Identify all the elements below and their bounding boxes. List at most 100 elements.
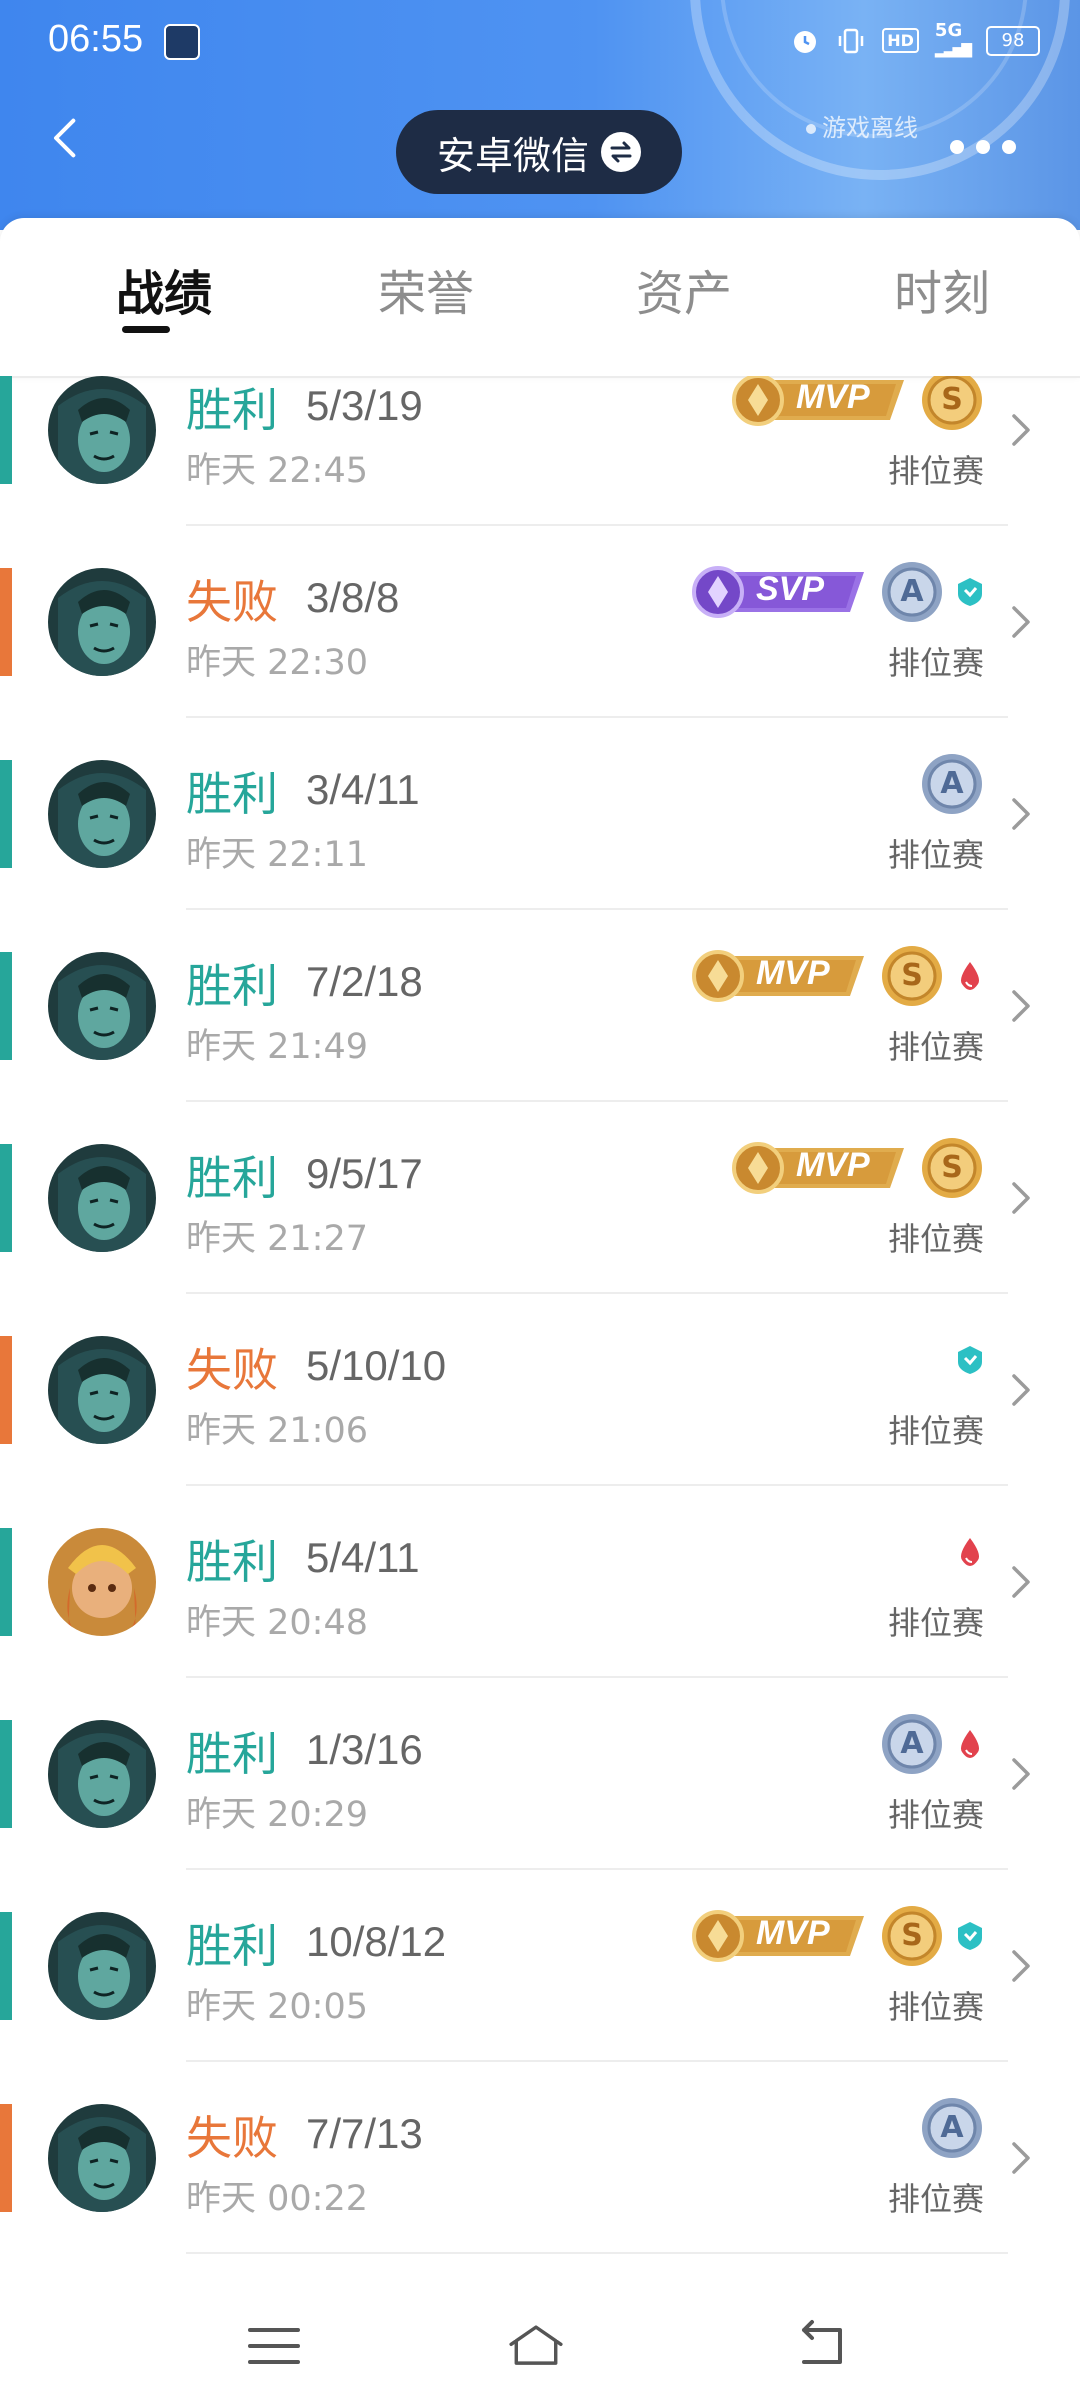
match-badges: MVP S — [688, 1904, 984, 1968]
hero-avatar — [48, 760, 156, 868]
match-time: 昨天 22:30 — [186, 643, 368, 683]
match-time: 昨天 21:27 — [186, 1219, 368, 1259]
match-row[interactable]: 失败 5/10/10 昨天 21:06 排位赛 — [0, 1294, 1080, 1486]
match-row[interactable]: 胜利 9/5/17 昨天 21:27 MVP S 排位赛 — [0, 1102, 1080, 1294]
tab-bar: 战绩 荣誉 资产 时刻 — [0, 218, 1080, 378]
chevron-right-icon — [1012, 1950, 1030, 1982]
hero-avatar — [48, 376, 156, 484]
grade-letter: S — [901, 1918, 923, 1953]
hero-avatar — [48, 1720, 156, 1828]
account-label: 安卓微信 — [436, 133, 589, 178]
grade-s-badge: S — [920, 1136, 984, 1200]
hero-avatar — [48, 952, 156, 1060]
match-row[interactable]: 胜利 5/4/11 昨天 20:48 排位赛 — [0, 1486, 1080, 1678]
match-result: 胜利 — [186, 1535, 278, 1589]
match-row[interactable]: 胜利 10/8/12 昨天 20:05 MVP S 排位赛 — [0, 1870, 1080, 2062]
match-mode: 排位赛 — [887, 452, 984, 490]
result-indicator — [0, 2104, 12, 2212]
shield-icon — [958, 1922, 982, 1950]
first-blood-icon — [961, 1730, 979, 1758]
match-badges — [956, 1520, 984, 1584]
chevron-right-icon — [1012, 2142, 1030, 2174]
match-result: 胜利 — [186, 1727, 278, 1781]
match-mode: 排位赛 — [887, 836, 984, 874]
match-mode: 排位赛 — [887, 644, 984, 682]
back-icon[interactable] — [794, 2318, 854, 2374]
mvp-badge: MVP — [728, 376, 908, 428]
swap-icon — [601, 132, 641, 172]
active-tab-indicator — [122, 326, 170, 333]
home-icon[interactable] — [506, 2318, 566, 2374]
match-badges: A — [920, 2096, 984, 2160]
hero-avatar — [48, 2104, 156, 2212]
back-button[interactable] — [44, 118, 84, 158]
menu-icon[interactable] — [244, 2318, 304, 2374]
network-label: 5G — [934, 20, 963, 41]
shield-icon — [958, 1346, 982, 1374]
result-indicator — [0, 1528, 12, 1636]
tab-honors[interactable]: 荣誉 — [378, 254, 474, 324]
account-switch-button[interactable]: 安卓微信 — [396, 110, 682, 194]
system-nav-bar — [0, 2282, 1080, 2408]
chevron-right-icon — [1012, 990, 1030, 1022]
grade-a-badge: A — [880, 1712, 944, 1776]
tab-assets[interactable]: 资产 — [636, 254, 732, 324]
grade-letter: S — [941, 382, 963, 417]
match-kda: 3/8/8 — [306, 574, 400, 621]
hero-avatar — [48, 1912, 156, 2020]
status-dot-icon — [806, 124, 816, 134]
result-indicator — [0, 1336, 12, 1444]
grade-letter: A — [940, 2110, 964, 2145]
chevron-right-icon — [1012, 1566, 1030, 1598]
match-mode: 排位赛 — [887, 1988, 984, 2026]
match-row[interactable]: 胜利 1/3/16 昨天 20:29 A 排位赛 — [0, 1678, 1080, 1870]
match-row[interactable]: 失败 3/8/8 昨天 22:30 SVP A 排位赛 — [0, 526, 1080, 718]
result-indicator — [0, 760, 12, 868]
match-badges: A — [880, 1712, 984, 1776]
hero-avatar — [48, 1144, 156, 1252]
battery-icon: 98 — [986, 25, 1040, 56]
match-badges: A — [920, 752, 984, 816]
match-result: 胜利 — [186, 767, 278, 821]
match-time: 昨天 20:05 — [186, 1987, 368, 2027]
match-mode: 排位赛 — [887, 1796, 984, 1834]
match-result: 胜利 — [186, 1919, 278, 1973]
grade-letter: A — [940, 766, 964, 801]
chevron-right-icon — [1012, 606, 1030, 638]
chevron-right-icon — [1012, 798, 1030, 830]
tab-records[interactable]: 战绩 — [116, 254, 212, 324]
result-indicator — [0, 1144, 12, 1252]
match-row[interactable]: 胜利 5/3/19 昨天 22:45 MVP S 排位赛 — [0, 376, 1080, 526]
match-row[interactable]: 失败 7/7/13 昨天 00:22 A 排位赛 — [0, 2062, 1080, 2254]
chevron-right-icon — [1012, 1758, 1030, 1790]
hd-icon: HD — [882, 28, 919, 53]
hero-avatar — [48, 1528, 156, 1636]
notification-app-icon — [164, 24, 200, 60]
svp-badge-label: SVP — [756, 570, 825, 608]
status-time: 06:55 — [48, 18, 144, 60]
match-kda: 7/2/18 — [306, 958, 423, 1005]
match-row[interactable]: 胜利 7/2/18 昨天 21:49 MVP S 排位赛 — [0, 910, 1080, 1102]
match-kda: 7/7/13 — [306, 2110, 423, 2157]
match-badges: MVP S — [728, 1136, 984, 1200]
match-kda: 5/10/10 — [306, 1342, 447, 1389]
grade-letter: S — [941, 1150, 963, 1185]
grade-letter: A — [900, 574, 924, 609]
app-header: 06:55 HD 5G ▂▃▅▇ 98 安卓微信 游戏离线 — [0, 0, 1080, 230]
grade-a-badge: A — [880, 560, 944, 624]
result-indicator — [0, 376, 12, 484]
match-time: 昨天 21:06 — [186, 1411, 368, 1451]
status-icons: HD 5G ▂▃▅▇ 98 — [790, 22, 1040, 59]
more-button[interactable] — [950, 140, 1016, 154]
svp-badge: SVP — [688, 564, 868, 620]
grade-a-badge: A — [920, 2096, 984, 2160]
match-time: 昨天 20:48 — [186, 1603, 368, 1643]
match-kda: 5/3/19 — [306, 382, 423, 429]
result-indicator — [0, 1912, 12, 2020]
tab-moments[interactable]: 时刻 — [894, 254, 990, 324]
result-indicator — [0, 568, 12, 676]
match-list[interactable]: 胜利 5/3/19 昨天 22:45 MVP S 排位赛 失败 3/8/8 昨天 22:30 SV… — [0, 376, 1080, 2282]
match-row[interactable]: 胜利 3/4/11 昨天 22:11 A 排位赛 — [0, 718, 1080, 910]
mvp-badge-label: MVP — [796, 378, 870, 416]
match-result: 失败 — [186, 2111, 278, 2165]
